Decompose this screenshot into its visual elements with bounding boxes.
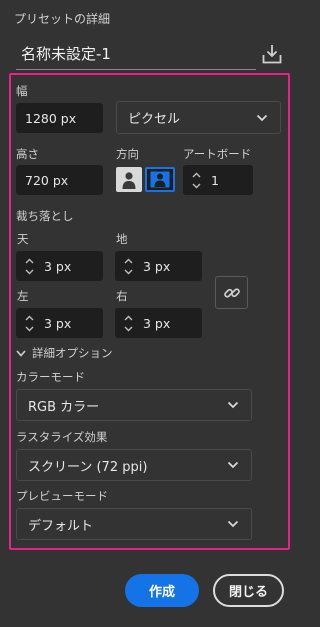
save-preset-icon[interactable]	[258, 40, 286, 68]
bleed-left-value: 3 px	[44, 315, 72, 331]
bleed-left-arrows[interactable]	[20, 308, 38, 338]
bleed-bottom-arrows[interactable]	[119, 251, 137, 281]
bleed-label: 裁ち落とし	[16, 209, 74, 223]
landscape-person-icon	[150, 171, 170, 188]
chevron-up-icon[interactable]	[192, 172, 201, 178]
raster-effects-select[interactable]: スクリーン (72 ppi)	[16, 449, 252, 481]
create-button[interactable]: 作成	[125, 574, 199, 607]
bleed-top-stepper[interactable]: 3 px	[16, 251, 103, 281]
chevron-down-icon	[227, 520, 239, 528]
chevron-down-icon	[227, 461, 239, 469]
bleed-right-value: 3 px	[143, 315, 171, 331]
panel-header-title: プリセットの詳細	[14, 12, 111, 26]
chevron-down-icon[interactable]	[192, 183, 201, 189]
bleed-right-stepper[interactable]: 3 px	[115, 308, 202, 338]
chevron-down-icon	[256, 114, 268, 121]
artboard-value: 1	[211, 172, 219, 188]
bleed-right-label: 右	[116, 289, 128, 303]
chevron-down-icon[interactable]	[124, 326, 133, 332]
color-mode-label: カラーモード	[16, 370, 85, 384]
portrait-person-icon	[122, 171, 136, 189]
unit-value: ピクセル	[128, 112, 181, 127]
bleed-top-arrows[interactable]	[20, 251, 38, 281]
bleed-top-value: 3 px	[44, 258, 72, 274]
close-button-label: 閉じる	[228, 585, 268, 600]
link-icon	[223, 287, 240, 298]
artboard-stepper-arrows[interactable]	[187, 165, 205, 195]
chevron-up-icon[interactable]	[25, 258, 34, 264]
chevron-down-icon[interactable]	[25, 269, 34, 275]
chevron-down-icon[interactable]	[124, 269, 133, 275]
raster-effects-value: スクリーン (72 ppi)	[28, 459, 148, 475]
preview-mode-value: デフォルト	[28, 518, 94, 534]
artboard-label: アートボード	[183, 147, 252, 161]
link-bleed-button[interactable]	[215, 276, 248, 309]
preset-name-text: 名称未設定-1	[21, 44, 111, 63]
chevron-down-icon	[227, 401, 239, 409]
chevron-up-icon[interactable]	[25, 315, 34, 321]
orientation-label: 方向	[116, 147, 139, 161]
close-button[interactable]: 閉じる	[213, 574, 284, 607]
height-value: 720 px	[25, 172, 69, 188]
color-mode-value: RGB カラー	[28, 399, 100, 415]
width-label: 幅	[16, 84, 28, 98]
create-button-label: 作成	[148, 585, 175, 600]
bleed-right-arrows[interactable]	[119, 308, 137, 338]
width-value: 1280 px	[25, 110, 77, 126]
chevron-down-icon[interactable]	[25, 326, 34, 332]
bleed-bottom-stepper[interactable]: 3 px	[115, 251, 202, 281]
bleed-bottom-value: 3 px	[143, 258, 171, 274]
raster-effects-label: ラスタライズ効果	[16, 430, 108, 444]
width-input[interactable]: 1280 px	[16, 103, 103, 133]
preview-mode-label: プレビューモード	[16, 489, 108, 503]
color-mode-select[interactable]: RGB カラー	[16, 389, 252, 421]
bleed-bottom-label: 地	[116, 232, 128, 246]
advanced-options-label: 詳細オプション	[32, 346, 113, 360]
height-label: 高さ	[16, 147, 39, 161]
bleed-top-label: 天	[17, 232, 29, 246]
chevron-down-icon	[16, 349, 26, 357]
preview-mode-select[interactable]: デフォルト	[16, 508, 252, 540]
height-input[interactable]: 720 px	[16, 165, 103, 195]
chevron-up-icon[interactable]	[124, 315, 133, 321]
bleed-left-label: 左	[17, 289, 29, 303]
unit-select[interactable]: ピクセル	[116, 101, 281, 134]
preset-name-field[interactable]: 名称未設定-1	[16, 37, 256, 70]
landscape-orientation-button[interactable]	[145, 167, 175, 192]
portrait-orientation-button[interactable]	[116, 167, 142, 192]
chevron-up-icon[interactable]	[124, 258, 133, 264]
bleed-left-stepper[interactable]: 3 px	[16, 308, 103, 338]
artboard-stepper[interactable]: 1	[183, 165, 253, 195]
advanced-options-toggle[interactable]: 詳細オプション	[16, 346, 113, 360]
